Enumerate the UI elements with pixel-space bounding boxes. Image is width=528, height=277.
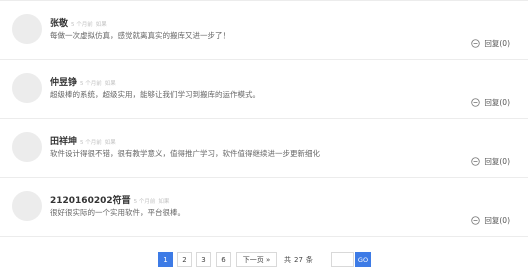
reply-label: 回复(0) xyxy=(484,216,510,225)
page-button-1[interactable]: 1 xyxy=(158,252,173,267)
comment-author: 田祥坤 xyxy=(50,137,78,147)
total-count: 共 27 条 xyxy=(284,252,313,267)
comment-list: 张敬 5 个月前 如果 每做一次虚拟仿真，感觉就离真实的搬库又进一步了！ 回复(0)… xyxy=(0,0,528,237)
avatar xyxy=(12,73,42,103)
comment-tag: 如果 xyxy=(158,199,170,205)
reply-label: 回复(0) xyxy=(484,98,510,107)
comment-author: 张敬 xyxy=(50,19,69,29)
comment-text: 超级棒的系统，超级实用，能够让我们学习到搬库的运作模式。 xyxy=(50,90,260,99)
comment-author: 2120160202符晋 xyxy=(50,196,131,206)
comment-item: 仲昱铮 5 个月前 如果 超级棒的系统，超级实用，能够让我们学习到搬库的运作模式。 … xyxy=(0,60,528,119)
total-suffix: 条 xyxy=(305,255,313,264)
minus-circle-icon xyxy=(471,98,481,107)
page-button-2[interactable]: 2 xyxy=(177,252,192,267)
comment-time: 5 个月前 xyxy=(133,199,156,205)
comment-header: 仲昱铮 5 个月前 如果 xyxy=(50,74,116,90)
comment-tag: 如果 xyxy=(104,140,116,146)
minus-circle-icon xyxy=(471,216,481,225)
comment-text: 很好很实际的一个实用软件，平台很棒。 xyxy=(50,208,185,217)
page-button-6[interactable]: 6 xyxy=(216,252,231,267)
comment-tag: 如果 xyxy=(95,22,107,28)
pagination: 1 2 3 6 下一页 » 共 27 条 GO xyxy=(0,252,528,270)
reply-button[interactable]: 回复(0) xyxy=(471,215,510,226)
minus-circle-icon xyxy=(471,157,481,166)
comment-time: 5 个月前 xyxy=(80,81,102,87)
comment-tag: 如果 xyxy=(104,81,116,87)
minus-circle-icon xyxy=(471,39,481,48)
reply-button[interactable]: 回复(0) xyxy=(471,97,510,108)
avatar xyxy=(12,132,42,162)
comment-text: 每做一次虚拟仿真，感觉就离真实的搬库又进一步了！ xyxy=(50,31,230,40)
reply-button[interactable]: 回复(0) xyxy=(471,156,510,167)
comment-item: 张敬 5 个月前 如果 每做一次虚拟仿真，感觉就离真实的搬库又进一步了！ 回复(0) xyxy=(0,0,528,60)
comment-item: 田祥坤 5 个月前 如果 软件设计得很不错，很有教学意义，值得推广学习，软件值得继续… xyxy=(0,119,528,178)
reply-label: 回复(0) xyxy=(484,157,510,166)
comment-header: 田祥坤 5 个月前 如果 xyxy=(50,133,116,149)
comment-text: 软件设计得很不错，很有教学意义，值得推广学习，软件值得继续进一步更新细化 xyxy=(50,149,320,158)
avatar xyxy=(12,191,42,221)
total-prefix: 共 xyxy=(284,255,291,264)
comment-time: 5 个月前 xyxy=(71,22,93,28)
reply-button[interactable]: 回复(0) xyxy=(471,38,510,49)
next-page-button[interactable]: 下一页 » xyxy=(236,252,277,267)
total-number: 27 xyxy=(294,255,303,264)
comment-author: 仲昱铮 xyxy=(50,78,78,88)
comment-time: 5 个月前 xyxy=(80,140,102,146)
go-button[interactable]: GO xyxy=(355,252,371,267)
page-button-3[interactable]: 3 xyxy=(196,252,211,267)
avatar xyxy=(12,14,42,44)
comment-item: 2120160202符晋 5 个月前 如果 很好很实际的一个实用软件，平台很棒。 回… xyxy=(0,178,528,237)
page-jump-input[interactable] xyxy=(331,252,354,267)
comment-header: 2120160202符晋 5 个月前 如果 xyxy=(50,192,169,208)
reply-label: 回复(0) xyxy=(484,39,510,48)
comment-header: 张敬 5 个月前 如果 xyxy=(50,15,107,31)
